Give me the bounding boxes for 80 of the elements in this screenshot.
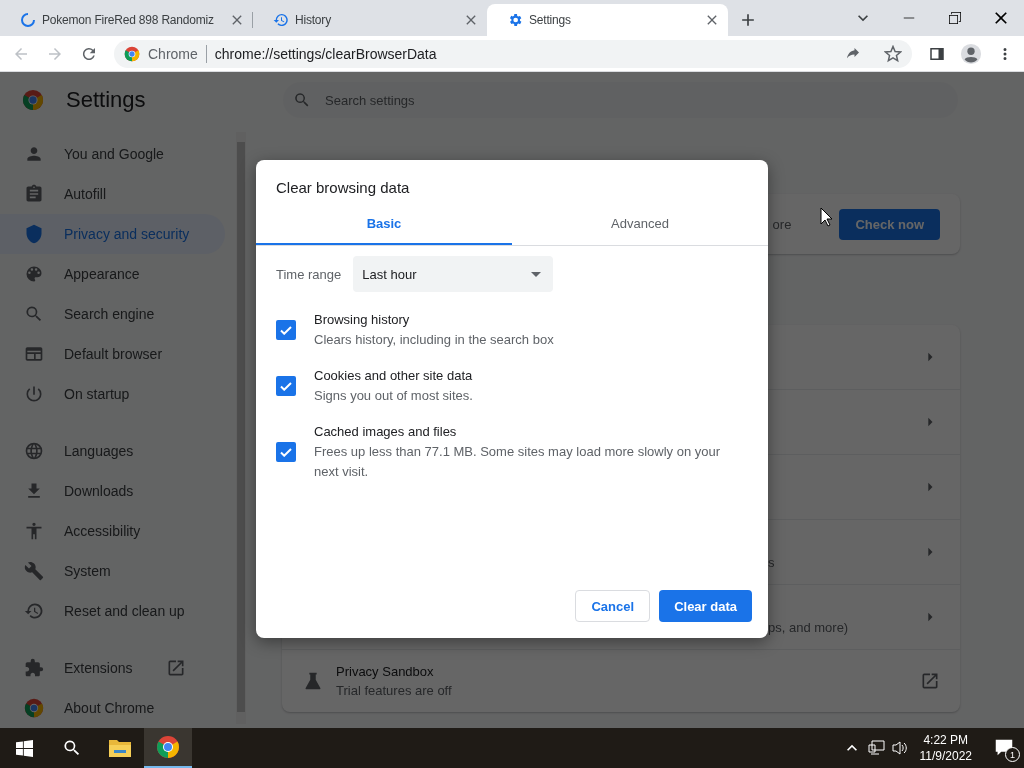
folder-icon[interactable]	[108, 737, 132, 759]
puzzle-icon	[24, 658, 44, 678]
chrome-logo-icon	[22, 89, 44, 111]
sidebar-item[interactable]: Accessibility	[0, 511, 225, 551]
loading-spinner-icon	[20, 12, 36, 28]
sidebar-item[interactable]: You and Google	[0, 134, 225, 174]
option-description: Signs you out of most sites.	[314, 387, 473, 405]
sidebar-item[interactable]: Languages	[0, 431, 225, 471]
option-title: Browsing history	[314, 311, 411, 329]
chrome-icon	[124, 45, 140, 62]
url-text[interactable]: chrome://settings/clearBrowserData	[214, 45, 836, 62]
clear-data-button[interactable]: Clear data	[659, 590, 752, 622]
checkbox[interactable]	[276, 442, 296, 462]
checkbox[interactable]	[276, 320, 296, 340]
browser-window-icon	[24, 344, 44, 364]
check-icon	[280, 381, 292, 391]
sidebar-item[interactable]: On startup	[0, 374, 225, 414]
sidebar-item[interactable]: Extensions	[0, 648, 225, 688]
scrollbar[interactable]	[236, 132, 246, 724]
profile-avatar-icon[interactable]	[960, 42, 982, 65]
browser-tab[interactable]: Pokemon FireRed 898 Randomiz	[0, 4, 253, 36]
globe-icon	[24, 441, 44, 461]
sidebar-item[interactable]: Default browser	[0, 334, 225, 374]
windows-start-icon[interactable]	[15, 739, 33, 757]
field-label: Time range	[276, 266, 342, 282]
chrome-icon[interactable]	[156, 735, 180, 759]
option-title: Cached images and files	[314, 423, 458, 441]
accessibility-icon	[24, 521, 44, 541]
row-text: ps, and more)	[768, 618, 850, 635]
card-text: ore	[772, 216, 792, 232]
external-link-icon[interactable]	[920, 671, 940, 691]
sidebar-item[interactable]: Privacy and security	[0, 214, 225, 254]
clock[interactable]: 4:22 PM 11/9/2022	[919, 732, 972, 764]
search-icon	[24, 304, 44, 324]
notification-count: 1	[1005, 747, 1020, 762]
network-icon[interactable]	[866, 740, 885, 756]
settings-icon	[507, 12, 523, 28]
speaker-icon[interactable]	[890, 740, 909, 756]
clipboard-icon	[24, 184, 44, 204]
option-title: Cookies and other site data	[314, 367, 473, 385]
dropdown-caret-icon	[531, 271, 542, 277]
cancel-button[interactable]: Cancel	[575, 590, 651, 622]
mouse-cursor-icon	[820, 207, 834, 227]
option-description: Frees up less than 77.1 MB. Some sites may load more slowly on your next visit.	[314, 443, 722, 481]
page-title: Settings	[66, 87, 146, 113]
time-range-dropdown[interactable]: Last hour	[353, 256, 554, 292]
address-bar[interactable]: Chrome chrome://settings/clearBrowserData	[114, 39, 912, 68]
external-link-icon	[166, 658, 187, 678]
sidebar-item[interactable]: Autofill	[0, 174, 225, 214]
dialog-tab[interactable]: Advanced	[512, 208, 768, 245]
check-icon	[280, 325, 292, 335]
search-icon[interactable]	[62, 738, 82, 758]
shield-icon	[24, 224, 44, 244]
sidebar-item[interactable]: About Chrome	[0, 688, 225, 728]
sidebar-item[interactable]: Downloads	[0, 471, 225, 511]
check-icon	[280, 447, 292, 457]
check-now-button[interactable]: Check now	[839, 208, 940, 240]
sidebar-item[interactable]: System	[0, 551, 225, 591]
sidebar-item[interactable]: Search engine	[0, 294, 225, 334]
option-description: Clears history, including in the search box	[314, 331, 554, 349]
placeholder: Search settings	[325, 92, 415, 108]
search-icon	[293, 91, 311, 109]
browser-tab[interactable]: History	[253, 4, 487, 36]
dialog-title: Clear browsing data	[275, 178, 411, 196]
wrench-icon	[24, 561, 44, 581]
checkbox[interactable]	[276, 376, 296, 396]
restore-icon[interactable]	[946, 9, 964, 27]
row-subtitle: Trial features are off	[336, 683, 453, 698]
palette-icon	[24, 264, 44, 284]
browser-tab[interactable]: Settings	[487, 4, 728, 36]
site-label: Chrome	[148, 45, 198, 62]
power-icon	[24, 384, 44, 404]
row-title: Privacy Sandbox	[336, 664, 435, 679]
history-icon	[24, 601, 44, 621]
dialog-tab[interactable]: Basic	[256, 208, 512, 245]
history-icon	[273, 12, 289, 28]
sidebar-item[interactable]: Reset and clean up	[0, 591, 225, 631]
bookmark-star-icon[interactable]	[884, 44, 902, 63]
sidebar-item[interactable]: Appearance	[0, 254, 225, 294]
chrome-icon	[24, 698, 44, 718]
